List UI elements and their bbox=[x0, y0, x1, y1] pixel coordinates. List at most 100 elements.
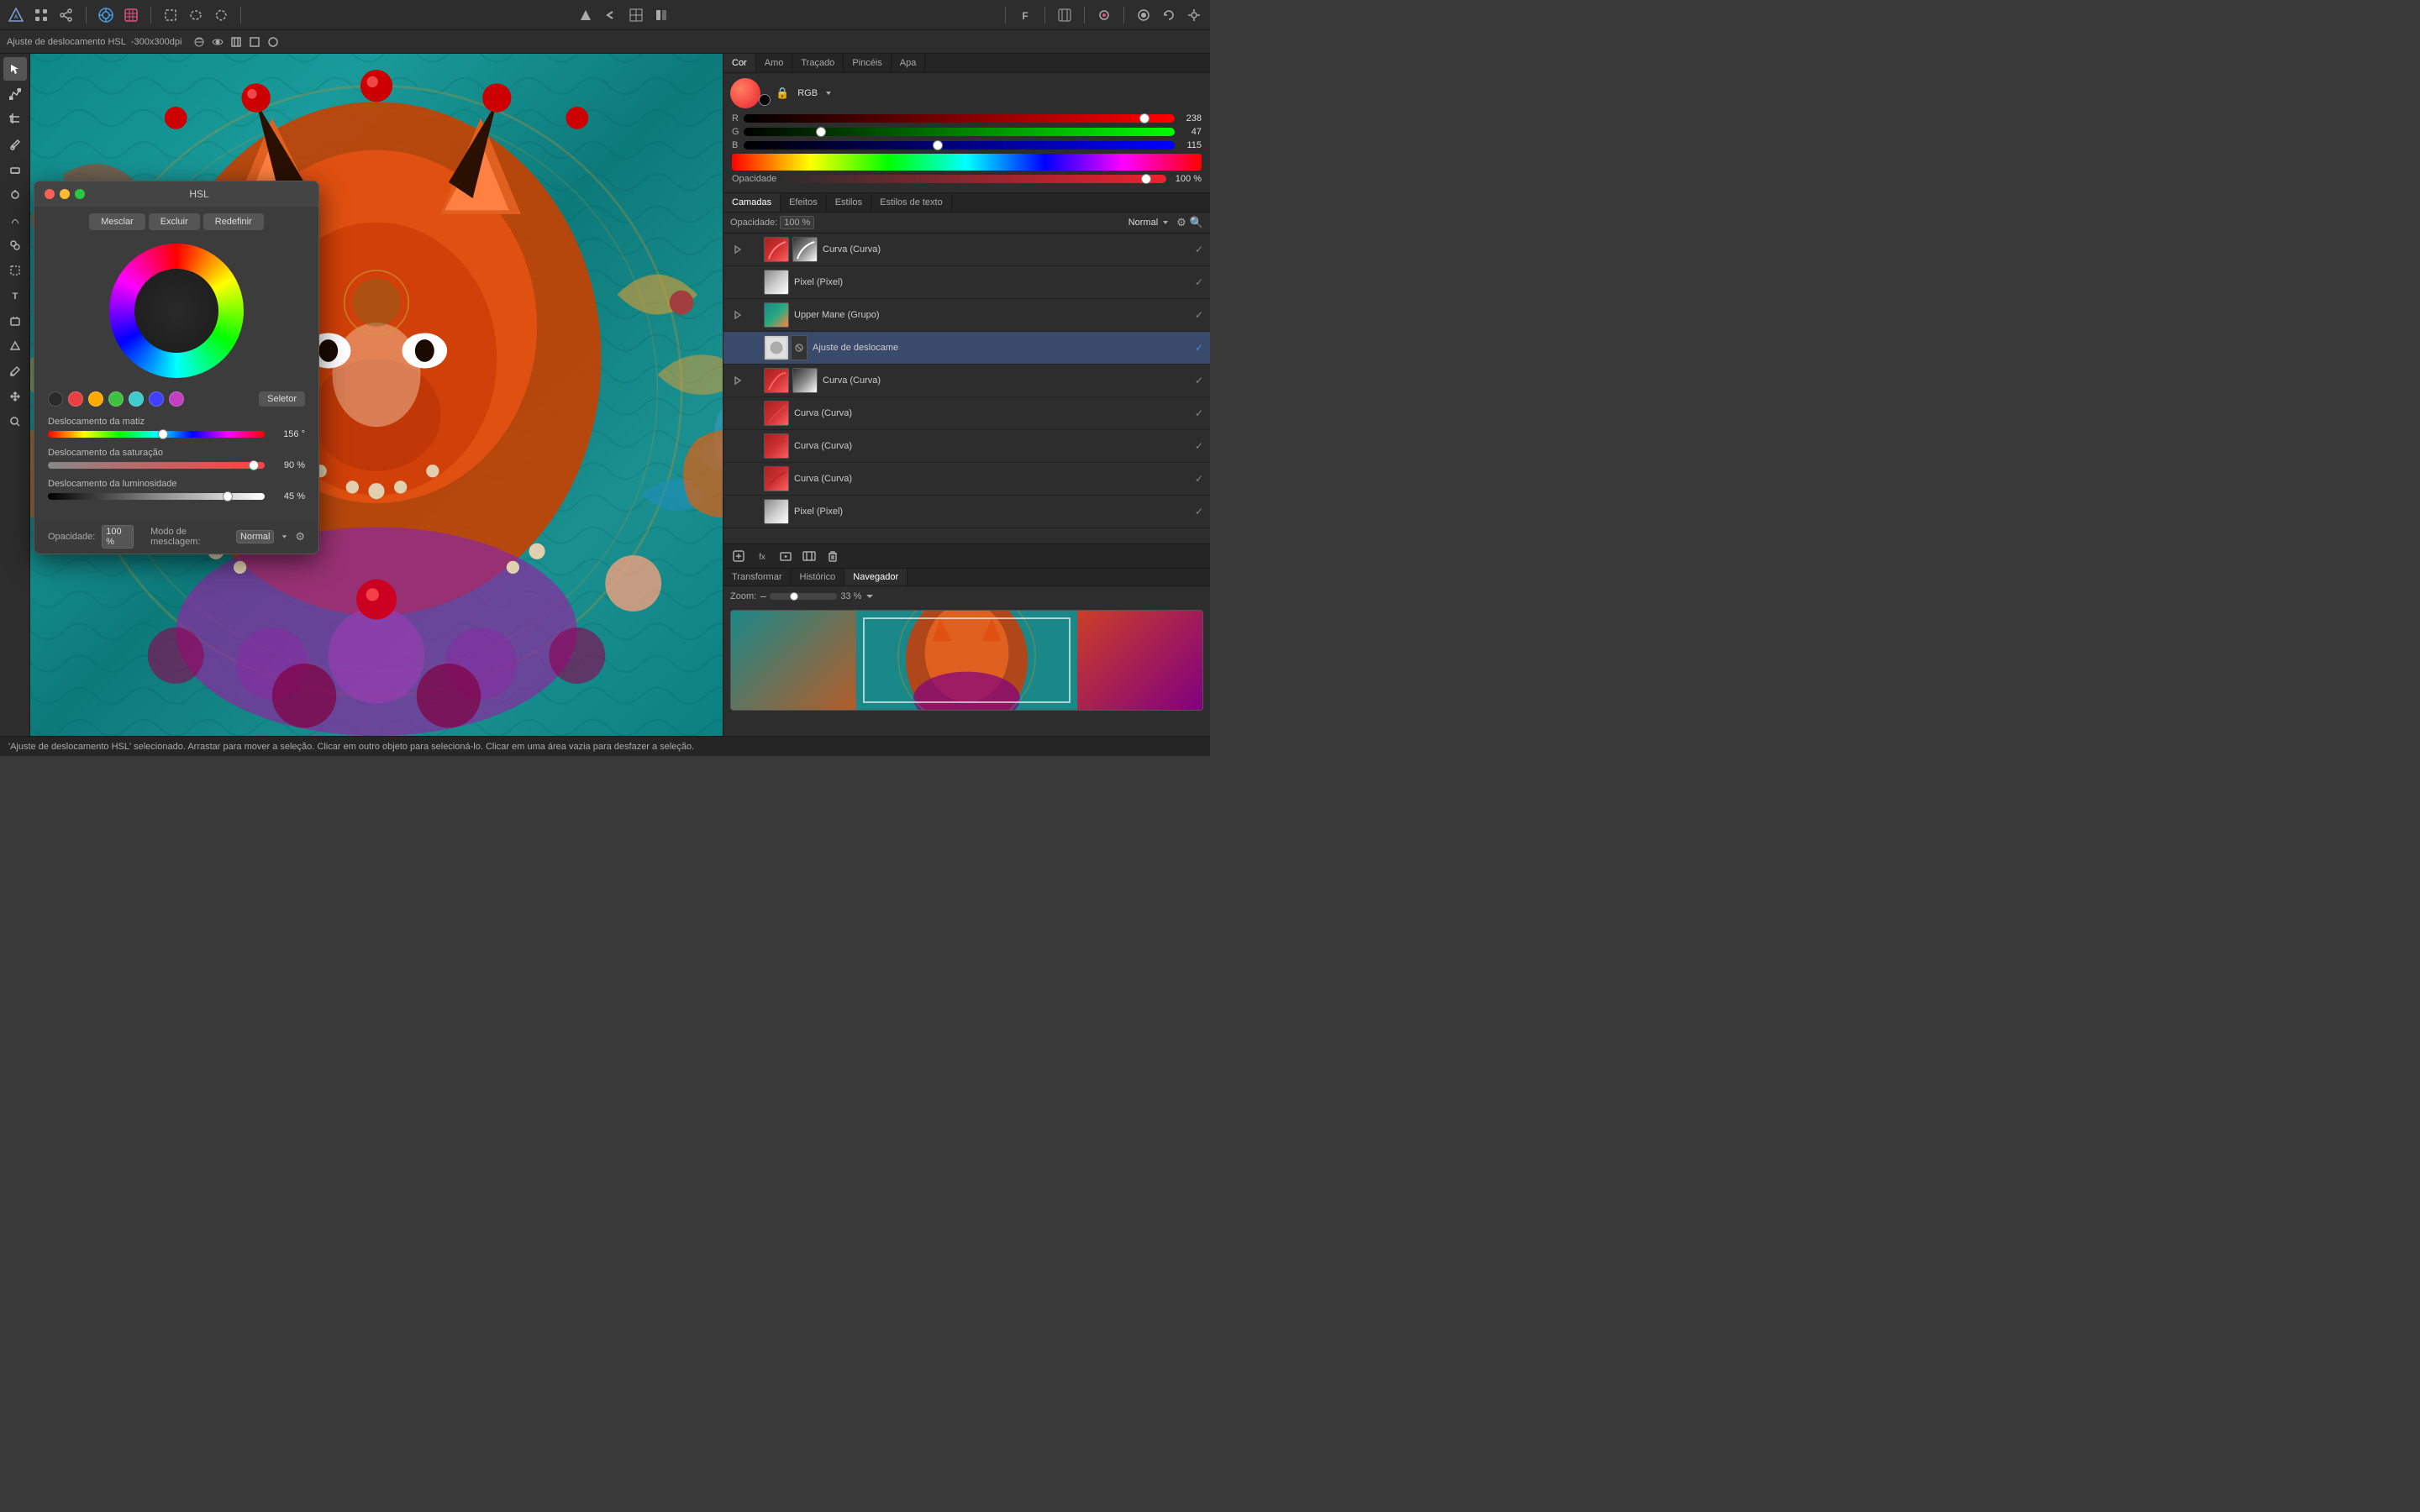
layer-visibility-6[interactable] bbox=[730, 407, 744, 420]
triangle-icon[interactable] bbox=[576, 6, 595, 24]
preset-purple[interactable] bbox=[169, 391, 184, 407]
layer-expand-6[interactable] bbox=[749, 408, 759, 418]
delete-layer-icon[interactable] bbox=[824, 548, 841, 564]
layer-visibility-1[interactable] bbox=[730, 243, 744, 256]
preset-cyan[interactable] bbox=[129, 391, 144, 407]
zoom-slider[interactable] bbox=[770, 593, 837, 600]
color-model-dropdown-arrow[interactable] bbox=[824, 89, 833, 97]
layer-item-adjustment[interactable]: Ajuste de deslocame ✓ bbox=[723, 332, 1210, 365]
fx-icon[interactable]: fx bbox=[754, 548, 771, 564]
hsl-blend-value[interactable]: Normal bbox=[236, 530, 274, 543]
erase-tool[interactable] bbox=[3, 158, 27, 181]
r-slider[interactable] bbox=[744, 114, 1175, 123]
layer-expand-3[interactable] bbox=[749, 310, 759, 320]
hsl-redefinir-button[interactable]: Redefinir bbox=[203, 213, 264, 230]
appearance-tab[interactable]: Apa bbox=[892, 54, 926, 72]
mask-icon[interactable] bbox=[266, 34, 281, 50]
layer-item-pixel-2[interactable]: Pixel (Pixel) ✓ bbox=[723, 496, 1210, 528]
crop-icon-secondary[interactable] bbox=[229, 34, 244, 50]
add-adjustment-icon[interactable] bbox=[801, 548, 818, 564]
history-icon[interactable] bbox=[1160, 6, 1178, 24]
vector-tool[interactable] bbox=[3, 334, 27, 358]
lock-icon[interactable]: 🔒 bbox=[776, 87, 789, 100]
color-picker-tool[interactable] bbox=[3, 360, 27, 383]
fill-tool[interactable]: T bbox=[3, 284, 27, 307]
grid2-icon[interactable] bbox=[627, 6, 645, 24]
layer-visibility-9[interactable] bbox=[730, 505, 744, 518]
assistant-icon[interactable] bbox=[1134, 6, 1153, 24]
pixel-persona-icon[interactable] bbox=[122, 6, 140, 24]
preset-green[interactable] bbox=[108, 391, 124, 407]
navigator-thumbnail[interactable] bbox=[730, 610, 1203, 711]
preset-all[interactable] bbox=[48, 391, 63, 407]
layer-visibility-2[interactable] bbox=[730, 276, 744, 289]
color-wheel[interactable] bbox=[109, 244, 244, 378]
blend-dropdown-arrow[interactable] bbox=[1161, 218, 1170, 227]
hsl-mesclar-button[interactable]: Mesclar bbox=[89, 213, 145, 230]
layer-item-uppermane[interactable]: Upper Mane (Grupo) ✓ bbox=[723, 299, 1210, 332]
layers-tab[interactable]: Camadas bbox=[723, 193, 781, 212]
stroke-tab[interactable]: Traçado bbox=[792, 54, 844, 72]
pointer-tool[interactable] bbox=[3, 57, 27, 81]
layer-visibility-5[interactable] bbox=[730, 374, 744, 387]
layer-item-curva-3[interactable]: Curva (Curva) ✓ bbox=[723, 397, 1210, 430]
dodge-burn-tool[interactable] bbox=[3, 183, 27, 207]
app-logo[interactable]: A bbox=[7, 6, 25, 24]
brushes-tab[interactable]: Pincéis bbox=[844, 54, 891, 72]
layer-check-6[interactable]: ✓ bbox=[1195, 407, 1203, 419]
layer-expand-4[interactable] bbox=[749, 343, 759, 353]
layer-item-curva-4[interactable]: Curva (Curva) ✓ bbox=[723, 430, 1210, 463]
clone-tool[interactable] bbox=[3, 234, 27, 257]
selection-tool[interactable] bbox=[3, 259, 27, 282]
hsl-excluir-button[interactable]: Excluir bbox=[149, 213, 200, 230]
hsl-maximize-button[interactable] bbox=[75, 189, 85, 199]
color-swap-button[interactable] bbox=[759, 94, 771, 106]
layer-check-3[interactable]: ✓ bbox=[1195, 309, 1203, 321]
color-tab[interactable]: Cor bbox=[723, 54, 756, 72]
saturation-slider[interactable] bbox=[48, 462, 265, 469]
styles-tab[interactable]: Estilos bbox=[827, 193, 871, 212]
layer-expand-8[interactable] bbox=[749, 474, 759, 484]
view-options-icon[interactable] bbox=[1055, 6, 1074, 24]
transform-tab[interactable]: Transformar bbox=[723, 569, 792, 585]
grid-icon[interactable] bbox=[32, 6, 50, 24]
layer-item-curva-2[interactable]: Curva (Curva) ✓ bbox=[723, 365, 1210, 397]
lightness-slider[interactable] bbox=[48, 493, 265, 500]
b-slider[interactable] bbox=[744, 141, 1175, 150]
flip-icon[interactable] bbox=[652, 6, 671, 24]
hsl-settings-icon[interactable]: ⚙ bbox=[295, 530, 305, 543]
history-tab[interactable]: Histórico bbox=[792, 569, 845, 585]
blur-sharpen-tool[interactable] bbox=[3, 208, 27, 232]
text-styles-tab[interactable]: Estilos de texto bbox=[871, 193, 952, 212]
foreground-color-swatch[interactable] bbox=[730, 78, 760, 108]
paint-brush-tool[interactable] bbox=[3, 133, 27, 156]
hsl-close-button[interactable] bbox=[45, 189, 55, 199]
layer-visibility-4[interactable] bbox=[730, 341, 744, 354]
layer-expand-5[interactable] bbox=[749, 375, 759, 386]
opacity-slider[interactable] bbox=[781, 175, 1166, 183]
g-slider[interactable] bbox=[744, 128, 1175, 136]
layers-opacity-value[interactable]: 100 % bbox=[780, 216, 814, 229]
ellipse-select-icon[interactable] bbox=[187, 6, 205, 24]
layer-check-7[interactable]: ✓ bbox=[1195, 440, 1203, 452]
share-icon[interactable] bbox=[57, 6, 76, 24]
layer-item-pixel-1[interactable]: Pixel (Pixel) ✓ bbox=[723, 266, 1210, 299]
zoom-dropdown-arrow[interactable] bbox=[865, 591, 875, 601]
effects-tab[interactable]: Efeitos bbox=[781, 193, 827, 212]
color-gradient-bar[interactable] bbox=[732, 154, 1202, 171]
node-tool[interactable] bbox=[3, 82, 27, 106]
display-mode-icon[interactable] bbox=[192, 34, 207, 50]
layers-filter-icon[interactable]: 🔍 bbox=[1190, 216, 1203, 229]
layer-expand-2[interactable] bbox=[749, 277, 759, 287]
rect-select-icon[interactable] bbox=[161, 6, 180, 24]
transform-icon[interactable] bbox=[247, 34, 262, 50]
brush-picker-icon[interactable] bbox=[1095, 6, 1113, 24]
layer-item-curva-1[interactable]: Curva (Curva) ✓ bbox=[723, 234, 1210, 266]
arrow-left-icon[interactable] bbox=[602, 6, 620, 24]
layer-check-1[interactable]: ✓ bbox=[1195, 244, 1203, 255]
layer-expand-9[interactable] bbox=[749, 507, 759, 517]
preset-yellow[interactable] bbox=[88, 391, 103, 407]
layer-check-9[interactable]: ✓ bbox=[1195, 506, 1203, 517]
layer-check-2[interactable]: ✓ bbox=[1195, 276, 1203, 288]
photo-persona-icon[interactable] bbox=[97, 6, 115, 24]
